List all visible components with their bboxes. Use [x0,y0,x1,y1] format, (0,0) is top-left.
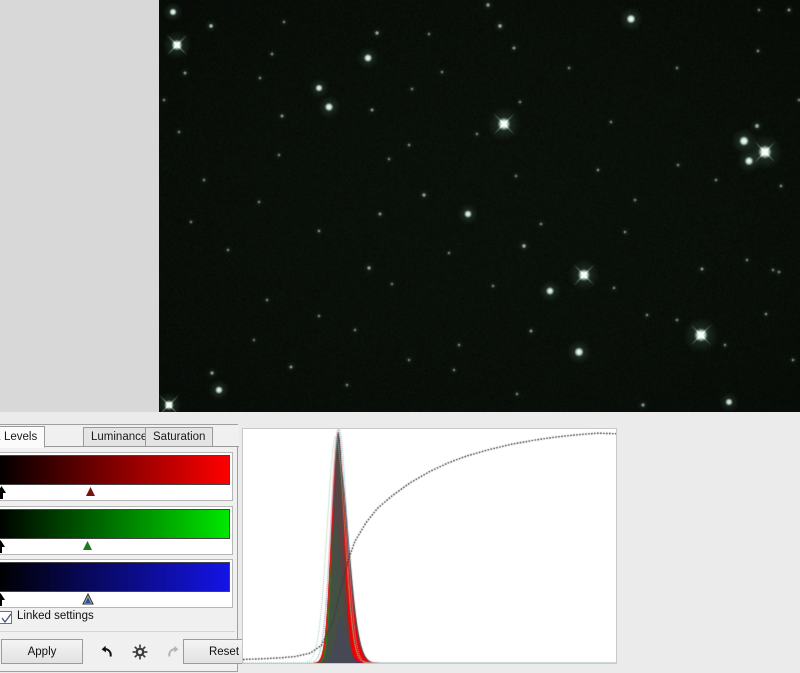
histogram-canvas[interactable] [243,429,616,663]
auto-stretch-icon[interactable] [131,643,149,661]
undo-icon[interactable] [99,643,117,661]
shadow-marker-blue[interactable] [0,593,6,607]
apply-button[interactable]: Apply [1,639,83,664]
gradient-bar-red [0,455,230,485]
channel-row-blue: log [0,558,237,610]
linked-settings-label: Linked settings [17,610,94,622]
app-root: RGB/K Levels Luminance Saturation log [0,0,800,673]
marker-track-green[interactable] [0,540,230,554]
button-bar: Apply [0,633,239,671]
linked-settings-checkbox[interactable] [0,611,12,624]
midtone-marker-red[interactable] [85,486,96,500]
redo-icon [163,643,181,661]
gradient-bar-blue [0,562,230,592]
midtone-marker-blue[interactable] [82,593,94,607]
levels-slider-red[interactable] [0,452,233,501]
shadow-marker-red[interactable] [0,486,7,500]
tab-strip: RGB/K Levels Luminance Saturation [0,425,239,447]
tab-saturation[interactable]: Saturation [145,427,213,447]
button-bar-separator [0,631,235,632]
channel-row-red: log [0,451,237,503]
gradient-bar-green [0,509,230,539]
marker-track-red[interactable] [0,486,230,500]
levels-slider-green[interactable] [0,506,233,555]
shadow-marker-green[interactable] [0,540,6,554]
levels-panel: RGB/K Levels Luminance Saturation log [0,424,238,672]
checkmark-icon [1,613,12,624]
midtone-marker-green[interactable] [82,540,93,554]
marker-track-blue[interactable] [0,593,230,607]
tab-rgb-k-levels[interactable]: RGB/K Levels [0,426,45,448]
starfield-canvas[interactable] [159,0,800,412]
levels-slider-blue[interactable] [0,559,233,608]
image-preview[interactable] [159,0,800,412]
channel-row-green: log [0,505,237,557]
histogram-panel[interactable] [242,428,617,664]
